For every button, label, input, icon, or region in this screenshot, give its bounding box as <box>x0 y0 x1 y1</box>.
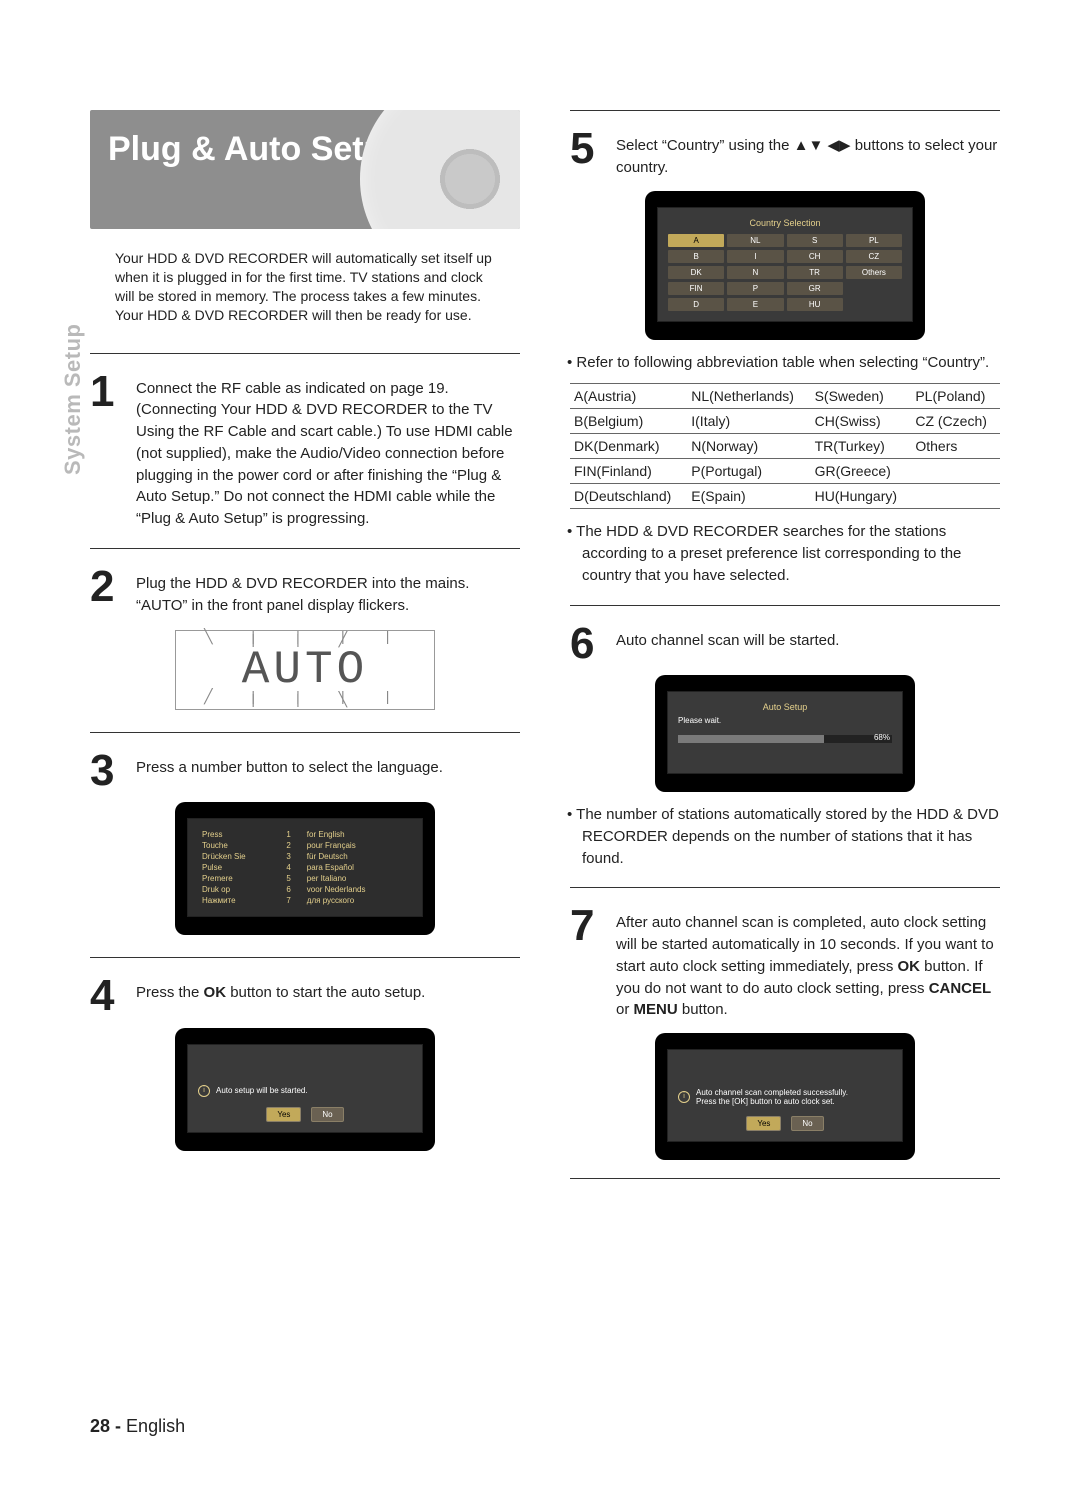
step-number: 3 <box>90 751 124 791</box>
note-stations: The number of stations automatically sto… <box>582 804 1000 869</box>
no-button[interactable]: No <box>791 1116 823 1131</box>
tv-country: Country Selection ANLSPL BICHCZ DKNTROth… <box>645 191 925 340</box>
right-column: 5 Select “Country” using the ▲▼ ◀▶ butto… <box>570 110 1000 1197</box>
step-number: 5 <box>570 129 604 169</box>
separator <box>90 548 520 549</box>
arrow-icons: ▲▼ ◀▶ <box>794 137 851 154</box>
separator <box>90 732 520 733</box>
scan-wait: Please wait. <box>678 716 892 725</box>
step-text: Plug the HDD & DVD RECORDER into the mai… <box>136 567 520 617</box>
step-number: 7 <box>570 906 604 946</box>
tv-language: Press1for English Touche2pour Français D… <box>175 802 435 935</box>
scan-header: Auto Setup <box>678 702 892 712</box>
separator <box>90 353 520 354</box>
autosetup-msg: Auto setup will be started. <box>216 1086 308 1095</box>
abbreviation-table: A(Austria)NL(Netherlands)S(Sweden)PL(Pol… <box>570 383 1000 509</box>
separator <box>570 887 1000 888</box>
side-tab: System Setup <box>60 324 86 476</box>
separator <box>570 605 1000 606</box>
step-3: 3 Press a number button to select the la… <box>90 751 520 791</box>
note-abbr: Refer to following abbreviation table wh… <box>582 352 1000 374</box>
step-number: 1 <box>90 372 124 412</box>
country-header: Country Selection <box>668 218 902 228</box>
step-number: 4 <box>90 976 124 1016</box>
progress-pct: 68% <box>874 733 890 742</box>
tv-done: i Auto channel scan completed successful… <box>655 1033 915 1160</box>
step-text: Auto channel scan will be started. <box>616 624 1000 652</box>
yes-button[interactable]: Yes <box>266 1107 301 1122</box>
tv-scan: Auto Setup Please wait. 68% <box>655 675 915 792</box>
step-text: Press a number button to select the lang… <box>136 751 520 779</box>
page-footer: 28 - English <box>90 1416 185 1437</box>
no-button[interactable]: No <box>311 1107 343 1122</box>
step-1: 1 Connect the RF cable as indicated on p… <box>90 372 520 530</box>
country-grid[interactable]: ANLSPL BICHCZ DKNTROthers FINPGR DEHU <box>668 234 902 311</box>
done-line2: Press the [OK] button to auto clock set. <box>696 1097 848 1106</box>
done-line1: Auto channel scan completed successfully… <box>696 1088 848 1097</box>
left-column: Plug & Auto Setup Your HDD & DVD RECORDE… <box>90 110 520 1151</box>
step-4: 4 Press the OK button to start the auto … <box>90 976 520 1016</box>
step-7: 7 After auto channel scan is completed, … <box>570 906 1000 1021</box>
info-icon: i <box>678 1091 690 1103</box>
step-number: 2 <box>90 567 124 607</box>
tv-autosetup-start: i Auto setup will be started. Yes No <box>175 1028 435 1151</box>
separator <box>570 1178 1000 1179</box>
progress-bar: 68% <box>678 735 892 743</box>
step-text: After auto channel scan is completed, au… <box>616 906 1000 1021</box>
info-icon: i <box>198 1085 210 1097</box>
note-search: The HDD & DVD RECORDER searches for the … <box>582 521 1000 586</box>
front-panel-display: ╲ | | | | | | ╱ AUTO ╱ | | | | | | ╲ <box>175 630 435 709</box>
page-title: Plug & Auto Setup <box>90 110 520 229</box>
step-2: 2 Plug the HDD & DVD RECORDER into the m… <box>90 567 520 617</box>
yes-button[interactable]: Yes <box>746 1116 781 1131</box>
step-text: Connect the RF cable as indicated on pag… <box>136 372 520 530</box>
step-number: 6 <box>570 624 604 664</box>
step-5: 5 Select “Country” using the ▲▼ ◀▶ butto… <box>570 129 1000 179</box>
manual-page: System Setup Plug & Auto Setup Your HDD … <box>0 0 1080 1487</box>
page-number: 28 - <box>90 1416 121 1436</box>
seg7-word: AUTO <box>184 647 426 693</box>
language-list: Press1for English Touche2pour Français D… <box>198 829 412 906</box>
step-6: 6 Auto channel scan will be started. <box>570 624 1000 664</box>
step-text: Press the OK button to start the auto se… <box>136 976 520 1004</box>
separator <box>570 110 1000 111</box>
intro-paragraph: Your HDD & DVD RECORDER will automatical… <box>115 249 495 325</box>
page-language: English <box>126 1416 185 1436</box>
step-text: Select “Country” using the ▲▼ ◀▶ buttons… <box>616 129 1000 179</box>
disc-graphic <box>360 110 520 229</box>
separator <box>90 957 520 958</box>
